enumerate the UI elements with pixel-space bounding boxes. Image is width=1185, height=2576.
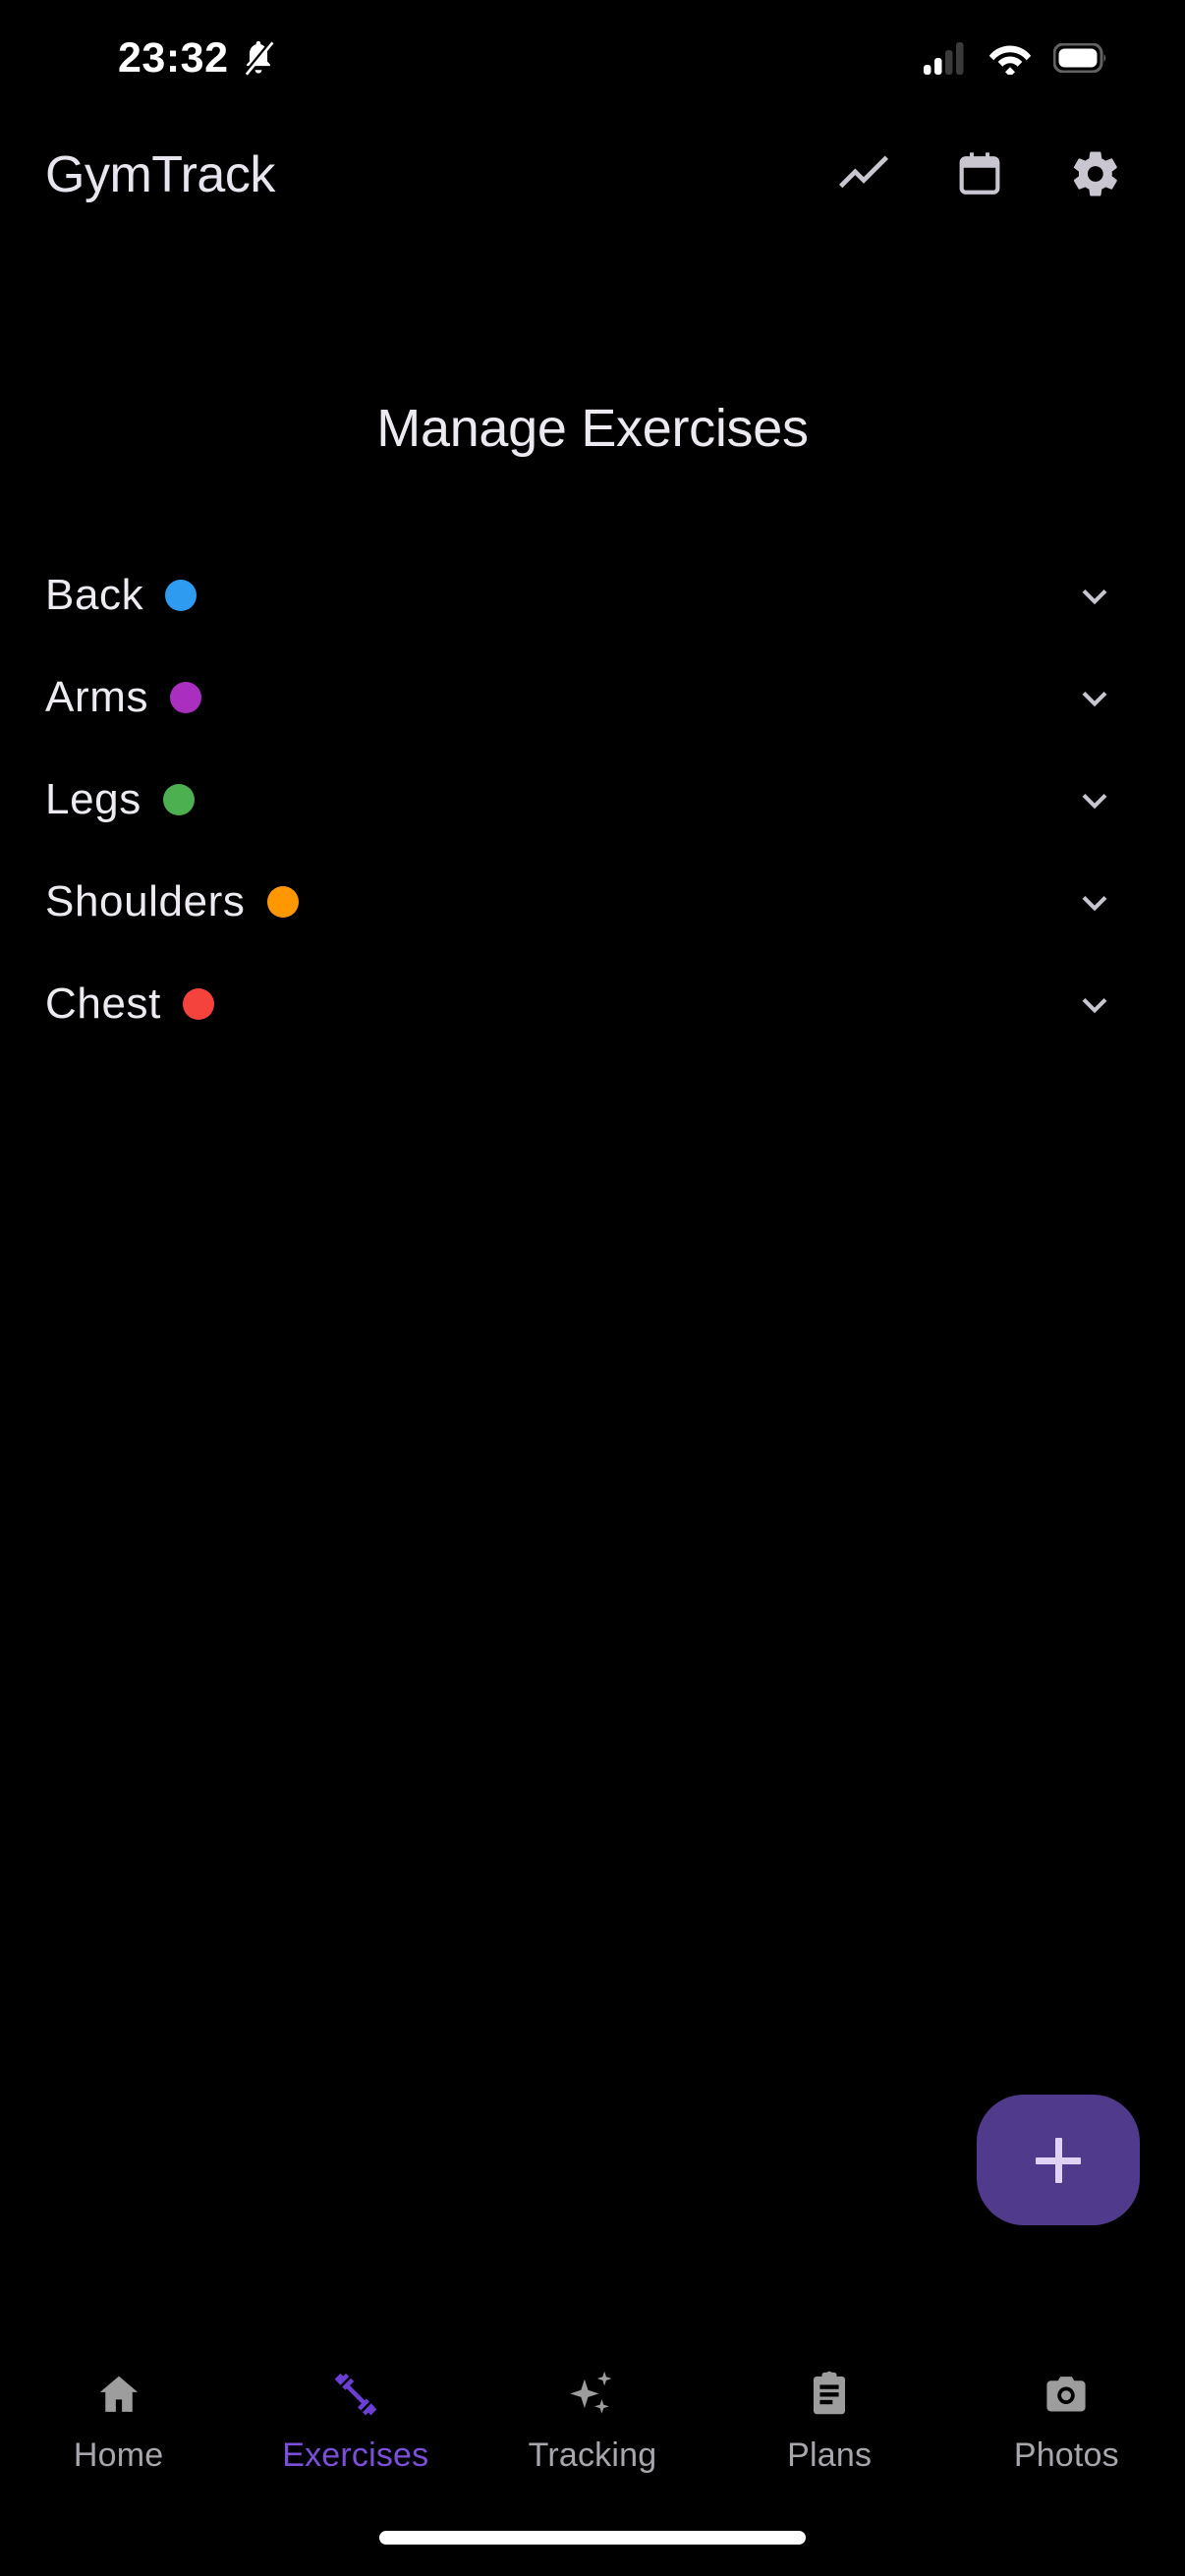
- signal-bars-icon: [924, 41, 967, 75]
- stats-button[interactable]: [833, 144, 894, 205]
- category-left: Arms: [45, 673, 202, 722]
- chevron-down-icon[interactable]: [1073, 880, 1116, 924]
- category-row-arms[interactable]: Arms: [0, 646, 1185, 749]
- category-row-legs[interactable]: Legs: [0, 749, 1185, 851]
- chevron-down-icon[interactable]: [1073, 676, 1116, 719]
- bell-muted-icon: [242, 39, 275, 77]
- nav-item-exercises[interactable]: Exercises: [267, 2366, 444, 2475]
- calendar-button[interactable]: [949, 144, 1010, 205]
- status-bar-right: [924, 41, 1108, 75]
- category-row-back[interactable]: Back: [0, 544, 1185, 646]
- category-left: Back: [45, 571, 198, 620]
- bottom-navigation-bar: Home Exercises Tracking Plans Photos: [0, 2338, 1185, 2515]
- category-left: Chest: [45, 980, 214, 1029]
- category-label: Shoulders: [45, 877, 246, 925]
- nav-label: Home: [73, 2436, 164, 2474]
- sparkles-icon: [566, 2366, 619, 2423]
- category-label: Back: [45, 571, 144, 619]
- dumbbell-icon: [329, 2366, 382, 2423]
- nav-label: Photos: [1013, 2436, 1119, 2474]
- plus-icon: [1036, 2137, 1081, 2183]
- stats-icon: [838, 148, 889, 202]
- status-time: 23:32: [118, 33, 229, 82]
- home-icon: [94, 2366, 143, 2423]
- status-bar: 23:32: [0, 0, 1185, 116]
- nav-item-tracking[interactable]: Tracking: [504, 2366, 681, 2475]
- nav-label: Exercises: [282, 2436, 429, 2474]
- header-actions: [833, 144, 1126, 205]
- category-label: Chest: [45, 980, 161, 1028]
- category-color-dot: [162, 784, 195, 815]
- nav-item-plans[interactable]: Plans: [741, 2366, 918, 2475]
- nav-label: Tracking: [528, 2436, 657, 2474]
- exercise-category-list: Back Arms Legs Shoulders Chest: [0, 544, 1185, 1055]
- settings-gear-icon: [1069, 147, 1122, 203]
- category-color-dot: [266, 886, 299, 918]
- add-exercise-fab[interactable]: [977, 2095, 1140, 2225]
- category-color-dot: [182, 988, 214, 1020]
- wifi-icon: [988, 41, 1032, 75]
- app-title: GymTrack: [45, 146, 275, 203]
- chevron-down-icon[interactable]: [1073, 982, 1116, 1026]
- calendar-icon: [955, 149, 1004, 201]
- settings-button[interactable]: [1065, 144, 1126, 205]
- home-indicator-bar: [379, 2531, 806, 2545]
- category-color-dot: [165, 580, 198, 611]
- category-color-dot: [170, 682, 202, 713]
- category-row-shoulders[interactable]: Shoulders: [0, 851, 1185, 953]
- category-label: Arms: [45, 673, 149, 721]
- page-title: Manage Exercises: [376, 399, 809, 458]
- nav-item-home[interactable]: Home: [30, 2366, 207, 2475]
- category-left: Shoulders: [45, 877, 299, 926]
- camera-icon: [1042, 2366, 1091, 2423]
- clipboard-icon: [805, 2366, 854, 2423]
- app-header: GymTrack: [0, 118, 1185, 232]
- battery-icon: [1053, 43, 1108, 73]
- chevron-down-icon[interactable]: [1073, 574, 1116, 617]
- status-bar-left: 23:32: [118, 33, 275, 82]
- nav-item-photos[interactable]: Photos: [978, 2366, 1155, 2475]
- nav-label: Plans: [787, 2436, 873, 2474]
- category-label: Legs: [45, 775, 141, 823]
- category-left: Legs: [45, 775, 195, 824]
- chevron-down-icon[interactable]: [1073, 778, 1116, 821]
- category-row-chest[interactable]: Chest: [0, 953, 1185, 1055]
